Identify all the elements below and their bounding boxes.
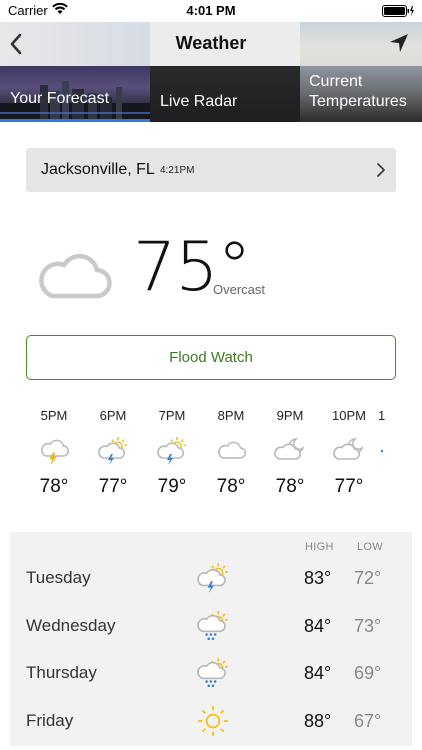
cloud-icon	[39, 253, 112, 299]
sun-cloud-lightning-icon	[156, 436, 188, 466]
hourly-item: 8PM 78°	[202, 408, 260, 498]
day-high: 84°	[304, 663, 332, 683]
hourly-time: 7PM	[158, 408, 186, 423]
hourly-item: 10PM 77°	[320, 408, 378, 498]
hourly-item: 1	[378, 408, 408, 476]
daily-row[interactable]: Thursday 84° 69°	[10, 650, 412, 698]
tab-label: Current Temperatures	[309, 73, 407, 110]
hourly-time: 1	[378, 408, 386, 423]
location-city: Jacksonville, FL	[41, 161, 155, 178]
hourly-temp: 77°	[334, 476, 364, 497]
day-name: Thursday	[26, 663, 97, 682]
sun-icon	[196, 704, 230, 738]
tab-label: Your Forecast	[10, 90, 110, 107]
hourly-temp: 78°	[39, 476, 69, 497]
hourly-time: 9PM	[276, 408, 304, 423]
hourly-temp: 78°	[216, 476, 246, 497]
hourly-forecast[interactable]: 5PM 78° 6PM 77° 7PM 79° 8PM 78° 9PM 78° …	[0, 408, 422, 508]
location-selector[interactable]: Jacksonville, FL 4:21PM	[26, 148, 396, 192]
sun-cloud-rain-icon	[196, 609, 230, 643]
status-time: 4:01 PM	[186, 3, 236, 18]
day-low: 67°	[354, 711, 382, 731]
page-title: Weather	[175, 33, 247, 53]
cloud-lightning-icon	[38, 436, 70, 466]
cloud-icon	[215, 436, 247, 466]
hourly-time: 8PM	[217, 408, 245, 423]
tab-current-temperatures[interactable]: Current Temperatures	[300, 66, 422, 122]
day-name: Friday	[26, 711, 74, 730]
sun-cloud-rain-icon	[196, 656, 230, 690]
section-tabs: Your Forecast Live Radar Current Tempera…	[0, 66, 422, 122]
chevron-right-icon	[377, 163, 385, 177]
high-column-header: HIGH	[305, 541, 334, 553]
moon-cloud-icon	[333, 436, 365, 466]
sun-cloud-lightning-icon	[97, 436, 129, 466]
moon-cloud-icon	[274, 436, 306, 466]
tab-label: Live Radar	[160, 93, 238, 110]
partial-icon	[378, 436, 410, 466]
tab-live-radar[interactable]: Live Radar	[150, 66, 300, 122]
flood-watch-alert-button[interactable]: Flood Watch	[26, 335, 396, 380]
day-high: 84°	[304, 616, 332, 636]
day-high: 83°	[304, 568, 332, 588]
hourly-item: 5PM 78°	[25, 408, 83, 498]
hourly-time: 10PM	[332, 408, 366, 423]
low-column-header: LOW	[357, 541, 383, 553]
hourly-time: 6PM	[99, 408, 127, 423]
current-condition: Overcast	[213, 282, 266, 297]
hourly-item: 7PM 79°	[143, 408, 201, 498]
day-low: 72°	[354, 568, 382, 588]
day-name: Wednesday	[26, 616, 116, 635]
day-low: 69°	[354, 663, 382, 683]
sun-cloud-lightning-icon	[196, 561, 230, 595]
hourly-item: 6PM 77°	[84, 408, 142, 498]
status-bar: Carrier 4:01 PM	[0, 0, 422, 22]
hourly-temp: 78°	[275, 476, 305, 497]
navigation-bar: Weather	[0, 22, 422, 66]
day-high: 88°	[304, 711, 332, 731]
daily-forecast: HIGH LOW Tuesday 83° 72° Wednesday 84° 7…	[10, 532, 412, 746]
daily-row[interactable]: Friday 88° 67°	[10, 698, 412, 746]
day-low: 73°	[354, 616, 382, 636]
battery-icon	[382, 5, 414, 17]
daily-row[interactable]: Wednesday 84° 73°	[10, 603, 412, 651]
daily-row[interactable]: Tuesday 83° 72°	[10, 555, 412, 603]
tab-your-forecast[interactable]: Your Forecast	[0, 66, 150, 122]
location-arrow-icon[interactable]	[388, 32, 410, 54]
day-name: Tuesday	[26, 568, 91, 587]
hourly-item: 9PM 78°	[261, 408, 319, 498]
hourly-temp: 77°	[98, 476, 128, 497]
hourly-temp: 79°	[157, 476, 187, 497]
location-updated-time: 4:21PM	[160, 165, 195, 176]
hourly-time: 5PM	[40, 408, 68, 423]
